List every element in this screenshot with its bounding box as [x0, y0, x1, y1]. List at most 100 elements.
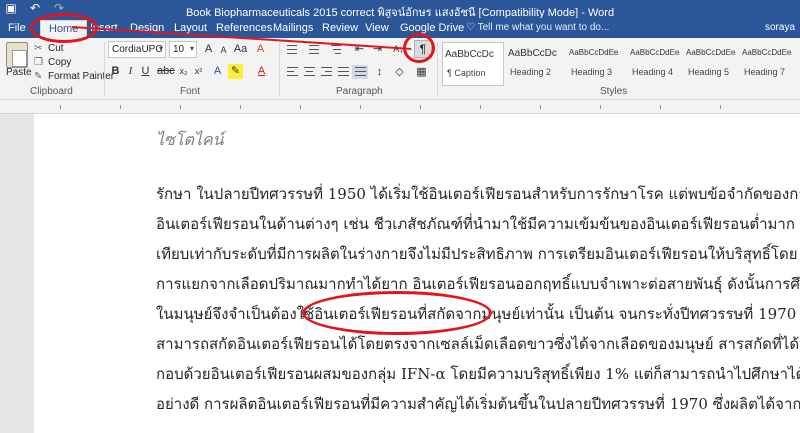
- ruler-tick: [720, 105, 721, 109]
- font-size-value: 10: [173, 44, 185, 55]
- strikethrough-icon[interactable]: abc: [157, 64, 175, 79]
- paragraph-group-label: Paragraph: [336, 86, 383, 97]
- tab-references[interactable]: References: [216, 22, 272, 34]
- paste-button[interactable]: Paste: [6, 67, 32, 78]
- font-group-label: Font: [180, 86, 201, 97]
- italic-icon[interactable]: I: [123, 64, 138, 79]
- tab-file[interactable]: File: [8, 22, 26, 34]
- tab-view[interactable]: View: [365, 22, 389, 34]
- style-name: Heading 7: [744, 67, 786, 77]
- group-divider: [279, 42, 280, 96]
- style-sample: AaBbCcDdEe: [569, 48, 619, 57]
- align-right-icon[interactable]: [318, 65, 334, 79]
- subscript-icon[interactable]: x₂: [176, 64, 191, 79]
- style-heading-2[interactable]: AaBbCcDc Heading 2: [506, 42, 568, 86]
- line-spacing-icon[interactable]: ↕: [372, 65, 387, 80]
- shading-icon[interactable]: ◇: [392, 65, 407, 80]
- chevron-down-icon: ▾: [189, 44, 194, 53]
- align-center-icon[interactable]: [301, 65, 317, 79]
- cut-button[interactable]: ✂ Cut: [34, 43, 64, 54]
- borders-icon[interactable]: ▦: [414, 65, 429, 80]
- ruler-tick: [180, 105, 181, 109]
- body-line: อย่างดี การผลิตอินเตอร์เฟียรอนที่มีความส…: [156, 395, 800, 413]
- ruler-tick: [60, 105, 61, 109]
- font-name-value: CordiaUPC: [112, 44, 163, 55]
- paintbrush-icon: ✎: [34, 71, 43, 82]
- format-painter-button[interactable]: ✎ Format Painter: [34, 71, 114, 82]
- ruler-tick: [120, 105, 121, 109]
- thai-distributed-icon[interactable]: [352, 65, 368, 79]
- ruler-tick: [300, 105, 301, 109]
- style-heading-4[interactable]: AaBbCcDdEe Heading 4: [628, 42, 690, 86]
- paste-icon[interactable]: [6, 42, 28, 68]
- font-color-icon[interactable]: A: [254, 64, 269, 79]
- formatting-marks-highlight-ring: [403, 33, 435, 63]
- ruler-tick: [600, 105, 601, 109]
- style-name: Heading 4: [632, 67, 674, 77]
- clear-formatting-icon[interactable]: A: [253, 42, 268, 57]
- body-line: สามารถสกัดอินเตอร์เฟียรอนได้โดยตรงจากเซล…: [156, 335, 800, 353]
- align-left-icon[interactable]: [284, 65, 300, 79]
- style-sample: AaBbCcDdEe: [686, 48, 736, 57]
- ruler-tick: [420, 105, 421, 109]
- user-name[interactable]: soraya: [765, 22, 795, 33]
- ruler-tick: [480, 105, 481, 109]
- copy-button[interactable]: ❐ Copy: [34, 57, 71, 68]
- grow-font-icon[interactable]: A: [201, 42, 216, 57]
- tab-google-drive[interactable]: Google Drive: [400, 22, 464, 34]
- tab-mailings[interactable]: Mailings: [273, 22, 313, 34]
- tell-me-box[interactable]: ♡ Tell me what you want to do...: [466, 22, 609, 33]
- document-page[interactable]: ไซโตไคน์ รักษา ในปลายปีทศวรรษที่ 1950 ได…: [34, 114, 800, 433]
- style-name: ¶ Caption: [447, 68, 486, 78]
- style-heading-5[interactable]: AaBbCcDdEe Heading 5: [684, 42, 746, 86]
- body-line: รักษา ในปลายปีทศวรรษที่ 1950 ได้เริ่มใช้…: [156, 185, 800, 203]
- change-case-icon[interactable]: Aa: [233, 42, 248, 57]
- chevron-down-icon: ▾: [158, 44, 163, 53]
- group-divider: [104, 42, 105, 96]
- tell-me-text: Tell me what you want to do...: [477, 22, 610, 33]
- font-size-combo[interactable]: 10 ▾: [169, 41, 197, 58]
- clipboard-group-label: Clipboard: [30, 86, 73, 97]
- text-highlight-ring: [302, 291, 492, 335]
- shrink-font-icon[interactable]: A: [216, 43, 231, 58]
- style-heading-3[interactable]: AaBbCcDdEe Heading 3: [567, 42, 629, 86]
- bold-icon[interactable]: B: [108, 64, 123, 79]
- body-line: การแยกจากเลือดปริมาณมากทำได้ยาก อินเตอร์…: [156, 275, 800, 293]
- body-line: เทียบเท่ากับระดับที่มีการผลิตในร่างกายจึ…: [156, 245, 798, 263]
- text-effects-icon[interactable]: A: [210, 64, 225, 79]
- style-sample: AaBbCcDdEe: [742, 48, 792, 57]
- body-line: กอบด้วยอินเตอร์เฟียรอนผสมของกลุ่ม IFN-α …: [156, 365, 800, 383]
- body-line: อินเตอร์เฟียรอนในด้านต่างๆ เช่น ชีวเภสัช…: [156, 215, 795, 233]
- style-name: Heading 3: [571, 67, 613, 77]
- style-heading-7[interactable]: AaBbCcDdEe Heading 7: [740, 42, 800, 86]
- style-caption[interactable]: AaBbCcDc ¶ Caption: [442, 42, 504, 86]
- copy-icon: ❐: [34, 57, 43, 68]
- title-bar: ▣ ↶ ↷ Book Biopharmaceuticals 2015 corre…: [0, 0, 800, 19]
- scissors-icon: ✂: [34, 43, 43, 54]
- ruler-tick: [540, 105, 541, 109]
- style-name: Heading 2: [510, 67, 552, 77]
- ruler-tick: [660, 105, 661, 109]
- numbering-icon[interactable]: [306, 43, 322, 57]
- superscript-icon[interactable]: x²: [191, 64, 206, 79]
- bullets-icon[interactable]: [284, 43, 300, 57]
- font-name-combo[interactable]: CordiaUPC ▾: [108, 41, 166, 58]
- copy-label: Copy: [48, 57, 72, 68]
- document-area: ไซโตไคน์ รักษา ในปลายปีทศวรรษที่ 1950 ได…: [0, 114, 800, 433]
- lightbulb-icon: ♡: [466, 22, 478, 33]
- styles-group-label: Styles: [600, 86, 628, 97]
- underline-icon[interactable]: U: [138, 64, 153, 79]
- section-heading: ไซโตไคน์: [156, 130, 224, 149]
- justify-icon[interactable]: [335, 65, 351, 79]
- style-name: Heading 5: [688, 67, 730, 77]
- increase-indent-icon[interactable]: ⇥: [370, 42, 385, 57]
- style-sample: AaBbCcDc: [445, 49, 494, 60]
- group-divider: [437, 42, 438, 96]
- highlight-icon[interactable]: ✎: [228, 64, 243, 79]
- cut-label: Cut: [48, 43, 64, 54]
- ribbon-tabs: File Home Insert Design Layout Reference…: [0, 18, 800, 38]
- style-sample: AaBbCcDc: [508, 48, 557, 59]
- tab-review[interactable]: Review: [322, 22, 358, 34]
- horizontal-ruler[interactable]: [0, 100, 800, 114]
- ruler-tick: [240, 105, 241, 109]
